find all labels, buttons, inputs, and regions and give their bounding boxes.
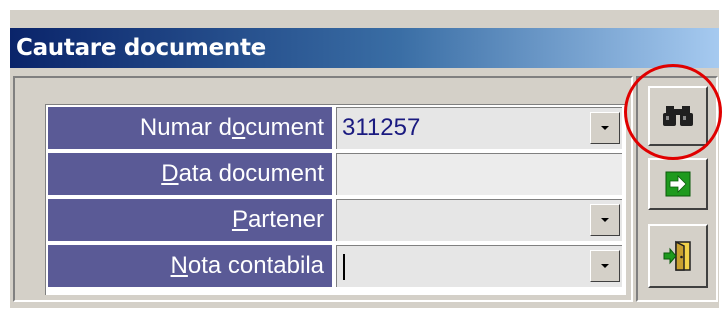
document-number-dropdown-button[interactable] — [590, 112, 620, 144]
search-fields-grid: Numar document 311257 Data document Part… — [45, 104, 626, 295]
green-arrow-right-icon — [665, 171, 691, 197]
accounting-note-combo[interactable] — [336, 245, 622, 287]
document-number-label: Numar document — [48, 107, 332, 149]
accounting-note-dropdown-button[interactable] — [590, 250, 620, 282]
row-partner: Partener — [46, 197, 626, 243]
binoculars-icon — [663, 106, 693, 126]
search-documents-window: Cautare documente Numar document 311257 … — [8, 8, 719, 308]
partner-label: Partener — [48, 199, 332, 241]
row-document-date: Data document — [46, 151, 626, 197]
text-cursor — [343, 254, 345, 280]
action-buttons-panel — [636, 76, 718, 302]
exit-door-icon — [663, 240, 691, 271]
accounting-note-label: Nota contabila — [48, 245, 332, 287]
document-date-label: Data document — [48, 153, 332, 195]
exit-button[interactable] — [648, 224, 708, 288]
document-date-field[interactable] — [336, 153, 622, 195]
search-form-panel: Numar document 311257 Data document Part… — [13, 76, 633, 302]
document-number-combo[interactable]: 311257 — [336, 107, 622, 149]
document-number-value: 311257 — [342, 114, 421, 141]
go-button[interactable] — [648, 158, 708, 210]
row-document-number: Numar document 311257 — [46, 105, 626, 151]
search-button[interactable] — [648, 86, 708, 146]
partner-dropdown-button[interactable] — [590, 204, 620, 236]
window-title: Cautare documente — [10, 28, 719, 68]
row-accounting-note: Nota contabila — [46, 243, 626, 289]
partner-combo[interactable] — [336, 199, 622, 241]
